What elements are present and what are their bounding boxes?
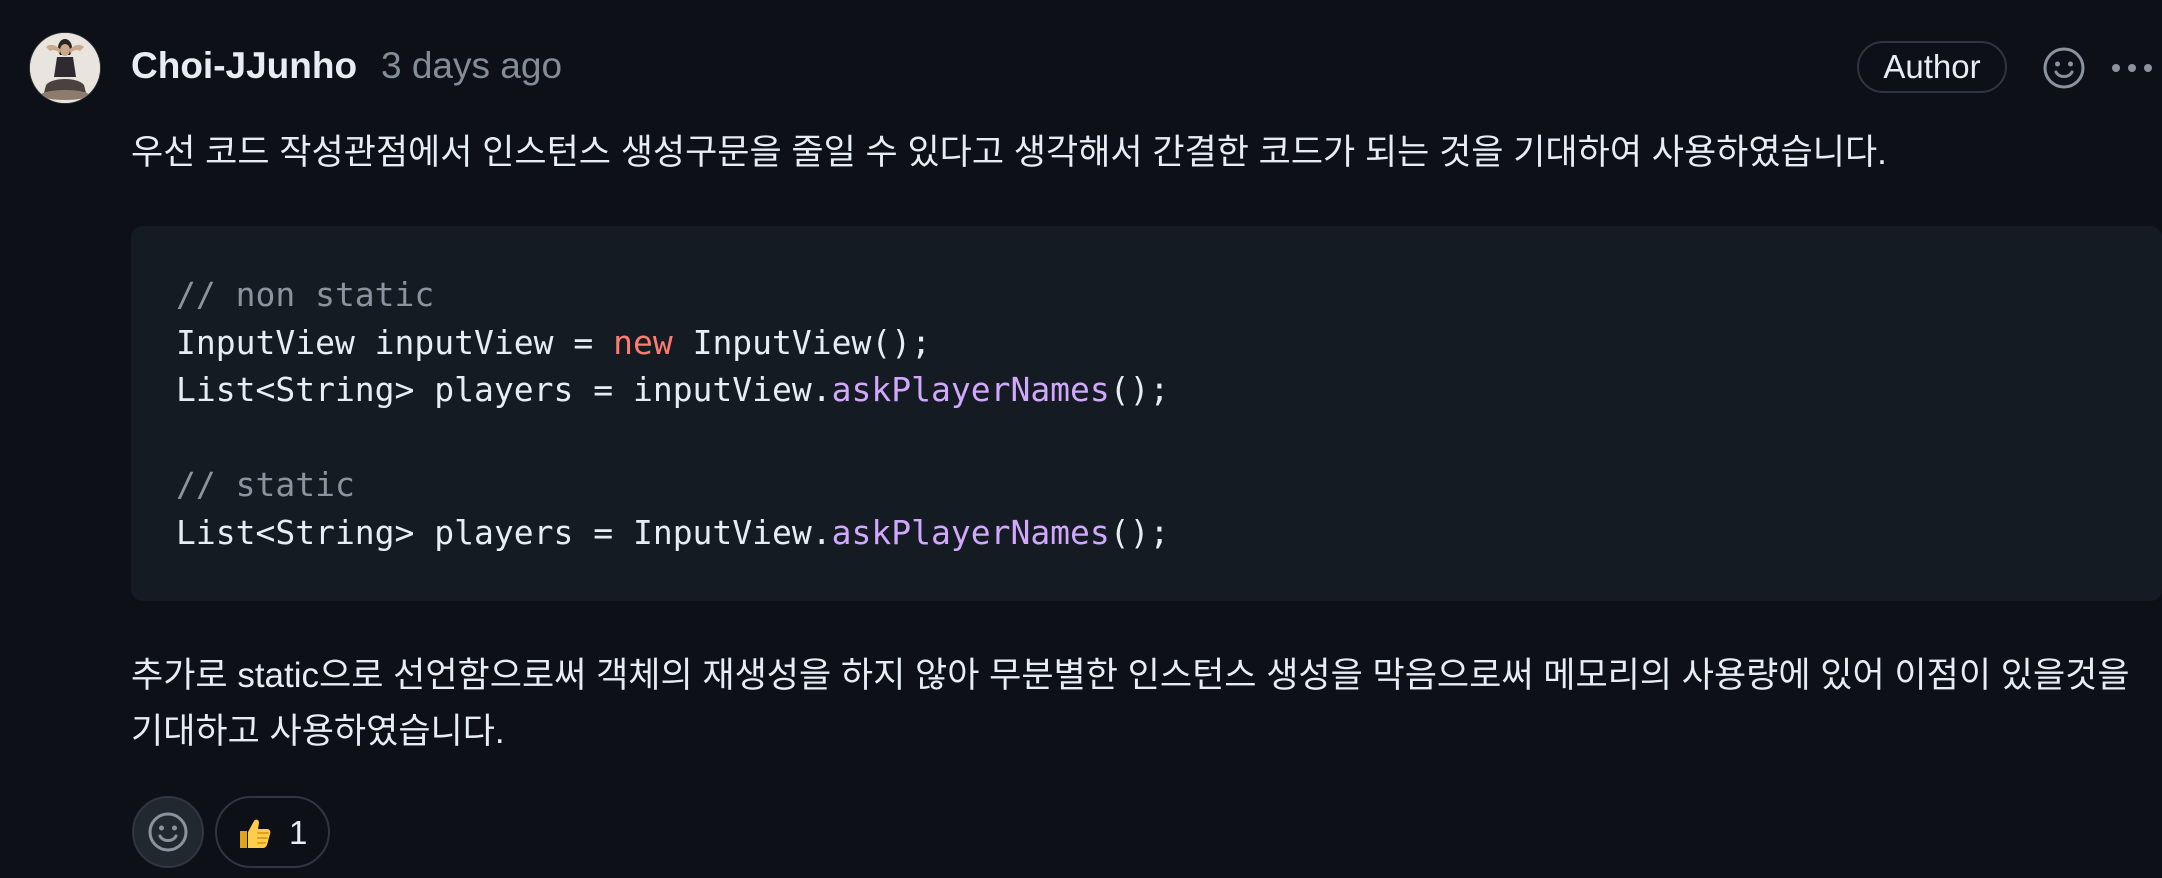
code-comment: // non static xyxy=(176,275,435,314)
kebab-horizontal-icon xyxy=(2112,64,2152,72)
code-text: InputView(); xyxy=(672,322,931,362)
more-options-button[interactable] xyxy=(2108,45,2156,91)
code-text: (); xyxy=(1109,370,1170,409)
add-reaction-button[interactable] xyxy=(132,796,204,868)
code-block: // non static InputView inputView = new … xyxy=(131,226,2162,601)
code-text: InputView inputView = xyxy=(176,322,614,362)
code-text: List<String> players = inputView. xyxy=(176,370,832,409)
smiley-icon xyxy=(148,812,188,852)
code-keyword: new xyxy=(613,322,673,362)
avatar[interactable] xyxy=(30,33,100,103)
code-function: askPlayerNames xyxy=(831,512,1110,552)
add-reaction-button[interactable] xyxy=(2041,45,2087,91)
reaction-thumbs-up[interactable]: 1 xyxy=(215,796,330,868)
author-name[interactable]: Choi-JJunho xyxy=(131,41,357,91)
code-function: askPlayerNames xyxy=(831,370,1110,409)
code-content: // non static InputView inputView = new … xyxy=(176,271,1169,556)
comment-paragraph: 추가로 static으로 선언함으로써 객체의 재생성을 하지 않아 무분별한 … xyxy=(131,656,2130,751)
reaction-count: 1 xyxy=(289,814,308,851)
smiley-icon xyxy=(2043,47,2085,89)
code-text: (); xyxy=(1109,512,1170,552)
thumbs-up-icon xyxy=(240,819,271,848)
author-badge: Author xyxy=(1857,41,2007,93)
comment-paragraph: 우선 코드 작성관점에서 인스턴스 생성구문을 줄일 수 있다고 생각해서 간결… xyxy=(131,133,1887,172)
code-comment: // static xyxy=(176,465,355,504)
code-text: List<String> players = InputView. xyxy=(176,512,832,552)
avatar-image xyxy=(30,33,100,103)
timestamp[interactable]: 3 days ago xyxy=(381,41,562,91)
